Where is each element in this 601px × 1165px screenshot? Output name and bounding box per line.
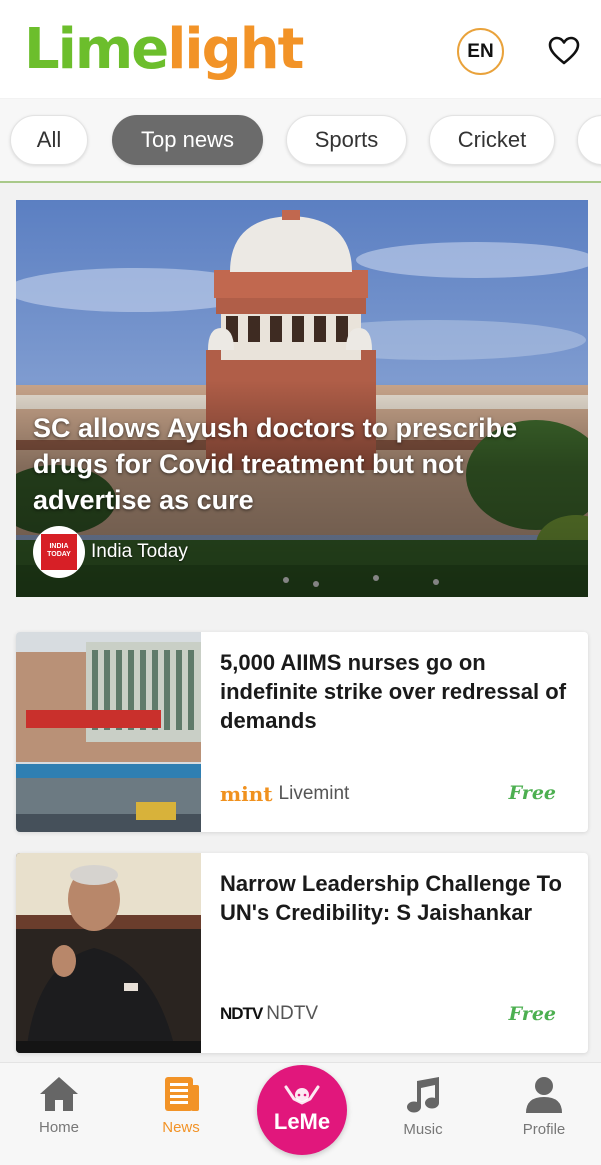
language-button[interactable]: EN [457,28,504,75]
app-header: Limelight EN [0,0,601,98]
logo-part-lime: Lime [24,17,169,82]
tab-all[interactable]: All [10,115,88,165]
article-thumbnail [16,853,201,1053]
india-today-logo: INDIA TODAY [33,526,85,578]
nav-profile[interactable]: Profile [504,1075,584,1138]
hero-article[interactable]: SC allows Ayush doctors to prescribe dru… [16,200,588,597]
aiims-building-image [16,632,201,832]
heart-icon [548,36,580,65]
article-title: 5,000 AIIMS nurses go on indefinite stri… [220,650,567,733]
nav-news[interactable]: News [141,1075,221,1136]
article-card-jaishankar[interactable]: Narrow Leadership Challenge To UN's Cred… [16,853,588,1053]
nav-home-label: Home [38,1119,79,1136]
article-title: Narrow Leadership Challenge To UN's Cred… [220,871,562,925]
nav-music-label: Music [403,1121,443,1138]
hero-source-name: India Today [91,541,188,562]
nav-music[interactable]: Music [383,1075,463,1138]
leme-label: LeMe [273,1109,331,1134]
ndtv-logo: NDTV [220,1004,263,1023]
hero-title: SC allows Ayush doctors to prescribe dru… [33,413,518,515]
music-note-icon [407,1077,439,1113]
tab-cricket[interactable]: Cricket [429,115,555,165]
livemint-logo: mint [220,782,273,806]
free-badge: Free [508,782,556,804]
article-source-name: Livemint [278,783,350,804]
hero-source: INDIA TODAY India Today [33,526,188,578]
home-icon [40,1077,78,1111]
tab-top-news[interactable]: Top news [112,115,263,165]
article-source-name: NDTV [266,1003,319,1024]
logo-part-light: light [167,17,304,82]
app-root: Limelight EN All Top news Sports Cricket [0,0,601,1165]
free-badge: Free [508,1003,556,1025]
nav-profile-label: Profile [522,1121,566,1138]
article-source: mint Livemint [220,782,349,806]
limelight-logo: Limelight [24,8,304,92]
tab-sports[interactable]: Sports [286,115,407,165]
article-source: NDTV NDTV [220,1003,318,1025]
category-tabs: All Top news Sports Cricket [0,99,601,183]
tab-more[interactable] [577,115,601,165]
leme-button[interactable]: LeMe [257,1065,347,1155]
speaker-portrait-image [16,853,201,1053]
favorites-button[interactable] [546,34,582,68]
news-icon [165,1077,199,1111]
india-today-logo-mark: INDIA TODAY [41,534,77,570]
leme-character-icon [284,1085,320,1105]
profile-icon [526,1077,562,1113]
article-card-aiims[interactable]: 5,000 AIIMS nurses go on indefinite stri… [16,632,588,832]
article-thumbnail [16,632,201,832]
nav-news-label: News [162,1119,200,1136]
nav-home[interactable]: Home [19,1075,99,1136]
